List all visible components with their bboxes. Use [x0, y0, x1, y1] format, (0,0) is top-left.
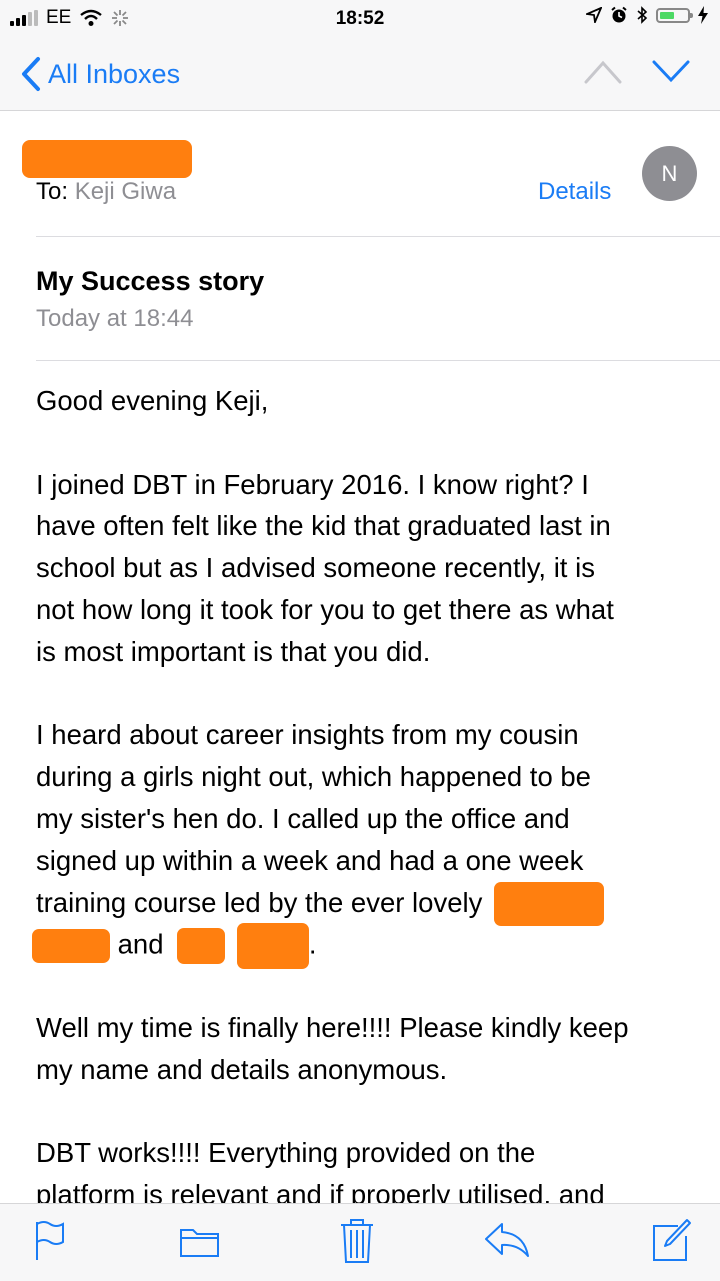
- message-navigation: [584, 58, 690, 84]
- sender-redaction: [22, 140, 192, 178]
- to-label: To:: [36, 178, 69, 205]
- nav-bar: All Inboxes: [0, 38, 720, 111]
- name-redaction: [494, 882, 604, 927]
- back-label: All Inboxes: [48, 58, 181, 89]
- subject-divider: [36, 360, 720, 361]
- back-button[interactable]: All Inboxes: [20, 56, 180, 92]
- bottom-toolbar: [0, 1203, 720, 1281]
- location-icon: [586, 7, 602, 23]
- alarm-icon: [611, 6, 627, 23]
- flag-icon[interactable]: [34, 1220, 66, 1262]
- body-line: my name and details anonymous.: [36, 1053, 448, 1085]
- body-line: I heard about career insights from my co…: [36, 719, 579, 751]
- body-line: signed up within a week and had a one we…: [36, 844, 584, 876]
- bluetooth-icon: [637, 6, 648, 24]
- reply-icon[interactable]: [484, 1222, 530, 1258]
- battery-icon: [656, 7, 693, 23]
- body-line: my sister's hen do. I called up the offi…: [36, 802, 570, 834]
- previous-message-button[interactable]: [584, 58, 622, 84]
- status-bar: EE 18:52: [0, 0, 720, 38]
- body-line-with-redaction: training course led by the ever lovely: [36, 882, 696, 927]
- status-right: [586, 6, 708, 24]
- name-redaction: [177, 928, 226, 965]
- greeting: Good evening Keji,: [36, 385, 269, 416]
- body-text-segment: training course led by the ever lovely: [36, 886, 483, 918]
- email-date: Today at 18:44: [36, 305, 194, 332]
- body-line: I joined DBT in February 2016. I know ri…: [36, 468, 589, 500]
- body-line: Well my time is finally here!!!! Please …: [36, 1011, 629, 1043]
- body-line: DBT works!!!! Everything provided on the: [36, 1137, 536, 1169]
- compose-icon[interactable]: [652, 1218, 692, 1262]
- recipient-name[interactable]: Keji Giwa: [75, 178, 176, 205]
- paragraph-1: I joined DBT in February 2016. I know ri…: [36, 464, 696, 673]
- avatar: N: [642, 146, 697, 201]
- name-redaction: [236, 923, 309, 970]
- folder-icon[interactable]: [180, 1220, 220, 1260]
- recipient-line: To: Keji Giwa: [36, 178, 176, 206]
- charging-icon: [698, 6, 708, 24]
- next-message-button[interactable]: [652, 58, 690, 84]
- email-subject: My Success story: [36, 266, 265, 296]
- paragraph-2: I heard about career insights from my co…: [32, 714, 696, 970]
- greeting-paragraph: Good evening Keji,: [36, 380, 696, 422]
- trash-icon[interactable]: [339, 1218, 375, 1264]
- email-body: Good evening Keji, I joined DBT in Febru…: [32, 380, 696, 1258]
- name-redaction: [32, 929, 110, 964]
- body-text-segment: .: [308, 928, 317, 960]
- chevron-left-icon: [22, 57, 40, 91]
- paragraph-3: Well my time is finally here!!!! Please …: [36, 1007, 696, 1091]
- body-line: during a girls night out, which happened…: [36, 761, 591, 793]
- body-line: have often felt like the kid that gradua…: [36, 510, 611, 542]
- body-line: is most important is that you did.: [36, 635, 431, 667]
- body-line: school but as I advised someone recently…: [36, 552, 595, 584]
- body-text-segment: and: [117, 928, 164, 960]
- body-line: not how long it took for you to get ther…: [36, 593, 614, 625]
- details-button[interactable]: Details: [538, 178, 611, 206]
- header-divider: [36, 236, 720, 237]
- body-line-with-redaction: and .: [32, 923, 696, 970]
